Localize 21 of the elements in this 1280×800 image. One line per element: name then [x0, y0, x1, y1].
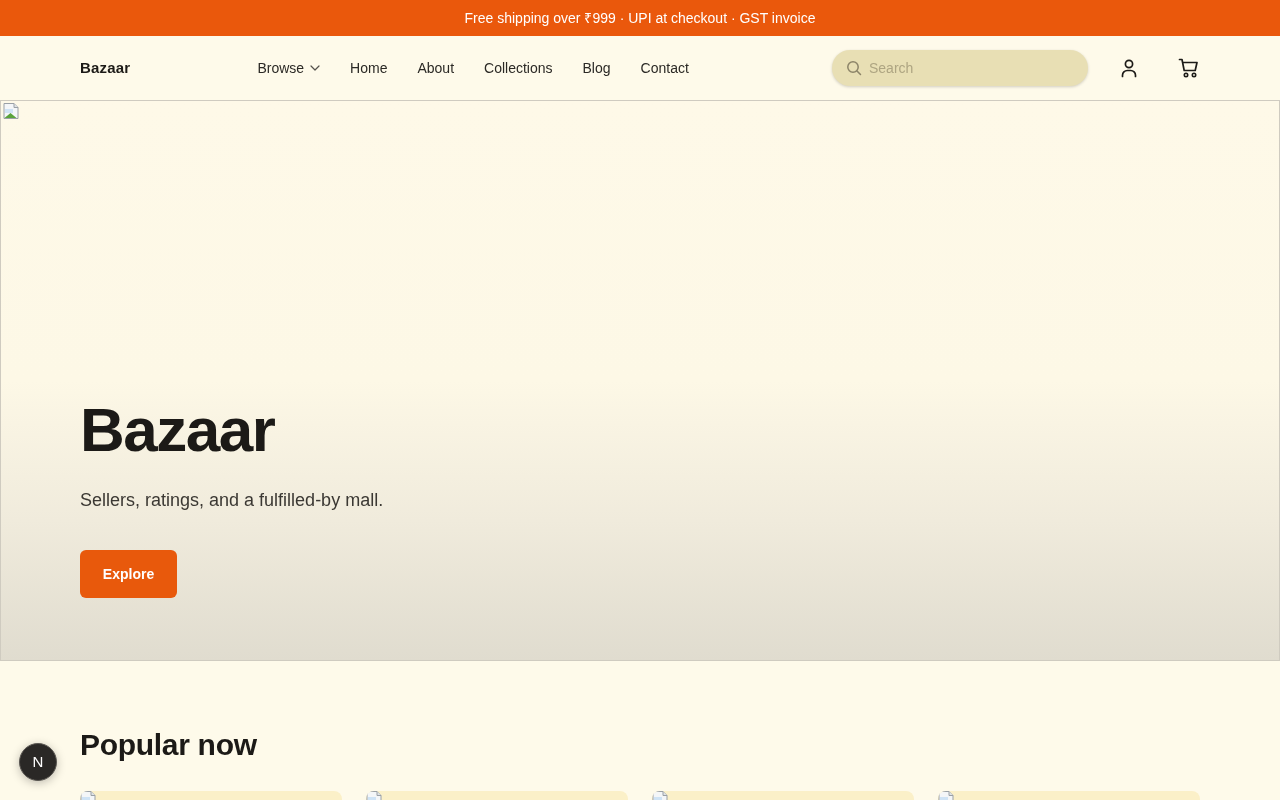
nav-link[interactable]: About — [417, 57, 455, 79]
product-card[interactable] — [80, 791, 342, 800]
product-card[interactable] — [652, 791, 914, 800]
broken-image-icon — [3, 103, 19, 119]
product-card[interactable] — [938, 791, 1200, 800]
nav-link[interactable]: Contact — [640, 57, 689, 79]
promo-text: Free shipping over ₹999 · UPI at checkout · GST invoice — [464, 8, 816, 28]
nav-link[interactable]: Collections — [484, 57, 553, 79]
search-icon — [846, 60, 862, 76]
nav-link[interactable]: Blog — [582, 57, 611, 79]
explore-button[interactable]: Explore — [80, 550, 177, 598]
cart-icon[interactable] — [1178, 57, 1200, 79]
nav-dropdown[interactable]: Browse — [257, 57, 321, 79]
search-field[interactable]: Search — [832, 50, 1088, 86]
dev-tools-button[interactable]: N — [19, 743, 57, 781]
section-heading: Popular now — [80, 727, 257, 763]
hero-title: Bazaar — [80, 399, 275, 461]
site-logo[interactable]: Bazaar — [80, 56, 131, 80]
hero-subtitle: Sellers, ratings, and a fulfilled-by mall. — [80, 489, 384, 512]
product-card[interactable] — [366, 791, 628, 800]
nav-link[interactable]: Home — [350, 57, 388, 79]
